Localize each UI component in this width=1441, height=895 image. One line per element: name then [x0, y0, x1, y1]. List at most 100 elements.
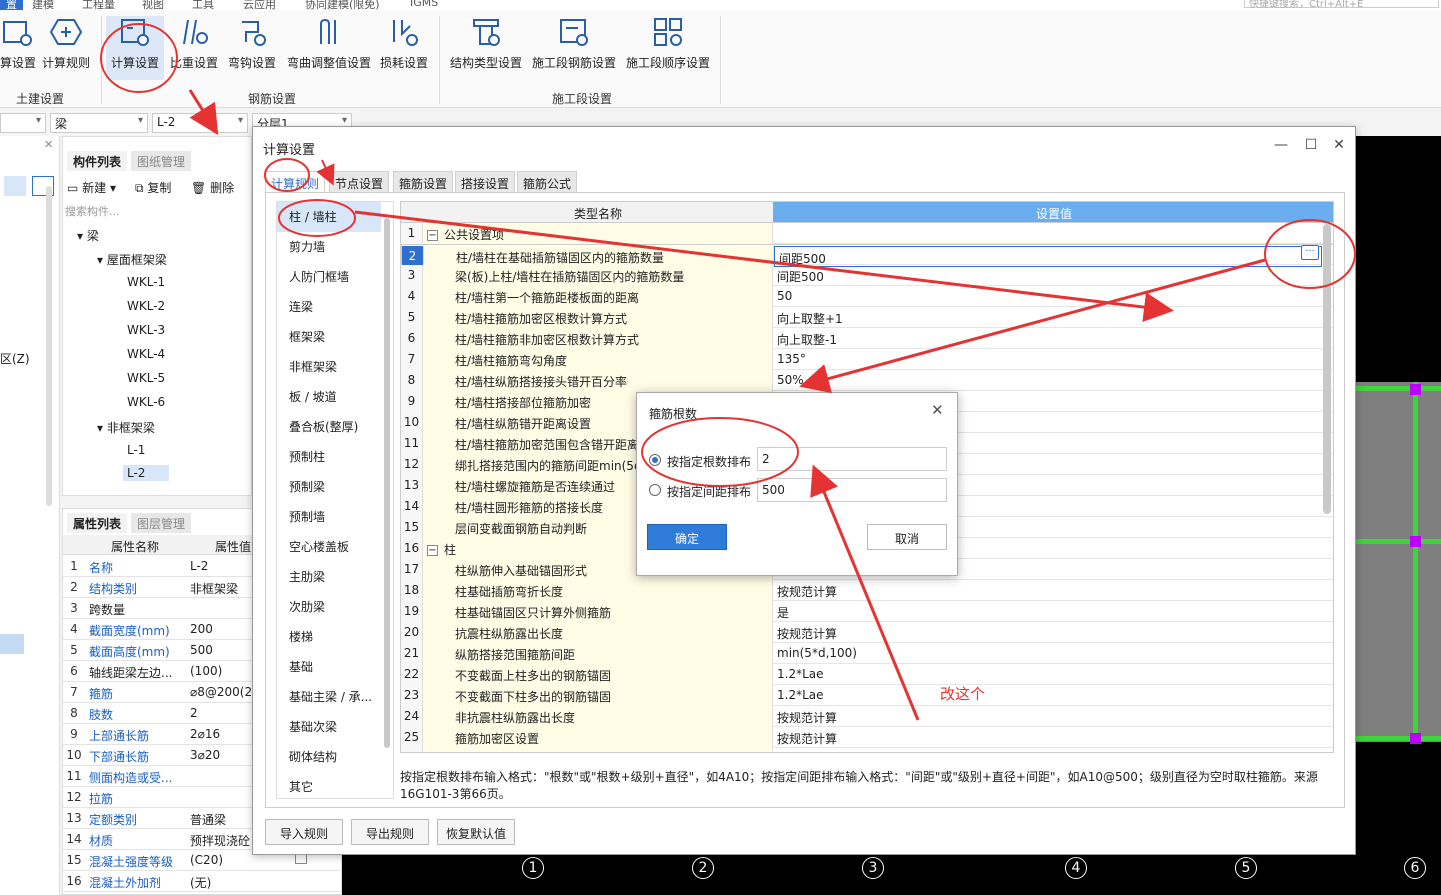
- setting-value[interactable]: 按规范计算: [773, 706, 1321, 727]
- setting-value[interactable]: 间距500: [773, 265, 1321, 286]
- category-item[interactable]: 叠合板(整厚): [277, 412, 381, 442]
- element-type-select[interactable]: 梁: [50, 113, 148, 133]
- collapse-icon[interactable]: −: [427, 230, 438, 241]
- selected-nav-item[interactable]: [0, 634, 24, 654]
- category-item[interactable]: 次肋梁: [277, 592, 381, 622]
- grid-row[interactable]: 25 箍筋加密区设置 按规范计算: [401, 727, 1333, 748]
- collapse-icon[interactable]: −: [427, 545, 438, 556]
- radio-by-spacing[interactable]: [649, 484, 661, 496]
- category-item[interactable]: 非框架梁: [277, 352, 381, 382]
- count-input[interactable]: 2: [757, 447, 947, 471]
- grid-group-row[interactable]: 1− 公共设置项: [401, 223, 1333, 244]
- loss-settings-button[interactable]: 损耗设置: [378, 16, 430, 76]
- tab-drawing-manage[interactable]: 图纸管理: [131, 151, 192, 171]
- property-value[interactable]: 普通梁: [190, 811, 254, 828]
- property-value[interactable]: 500: [190, 643, 254, 657]
- property-value[interactable]: (C20): [190, 853, 254, 867]
- setting-value[interactable]: 向上取整+1: [773, 307, 1321, 328]
- setting-value[interactable]: 是: [773, 601, 1321, 622]
- tree-leaf[interactable]: WKL-1: [127, 275, 165, 289]
- grid-scrollbar[interactable]: [1323, 224, 1331, 514]
- tree-node-roof-frame-beam[interactable]: ▾ 屋面框架梁: [97, 251, 167, 268]
- calc-rules-button[interactable]: 计算规则: [40, 16, 92, 76]
- category-item[interactable]: 基础次梁: [277, 712, 381, 742]
- menu-item-collab[interactable]: 协同建模(限免): [305, 0, 380, 10]
- setting-value[interactable]: 按规范计算: [773, 580, 1321, 601]
- grid-row[interactable]: 3 梁(板)上柱/墙柱在插筋锚固区内的箍筋数量 间距500: [401, 265, 1333, 286]
- menu-item-quantity[interactable]: 工程量: [82, 0, 115, 10]
- grid-row[interactable]: 22 不变截面上柱多出的钢筋锚固 1.2*Lae: [401, 664, 1333, 685]
- setting-value[interactable]: 向上取整-1: [773, 328, 1321, 349]
- grid-row[interactable]: 19 柱基础锚固区只计算外侧箍筋 是: [401, 601, 1333, 622]
- setting-value[interactable]: [773, 223, 1321, 244]
- property-value[interactable]: ⌀8@200(2: [190, 685, 254, 699]
- quick-search-input[interactable]: 快捷键搜索，Ctrl+Alt+E: [1244, 0, 1439, 10]
- menu-item-cloud[interactable]: 云应用: [243, 0, 276, 10]
- tab-stirrup-formula[interactable]: 箍筋公式: [517, 171, 578, 193]
- category-item[interactable]: 基础: [277, 652, 381, 682]
- restore-defaults-button[interactable]: 恢复默认值: [437, 819, 515, 845]
- tree-leaf[interactable]: WKL-3: [127, 323, 165, 337]
- structure-type-settings-button[interactable]: 结构类型设置: [448, 16, 524, 76]
- setting-value[interactable]: 50%: [773, 370, 1321, 391]
- category-item[interactable]: 板 / 坡道: [277, 382, 381, 412]
- scrollbar[interactable]: [46, 186, 52, 506]
- bend-adjust-settings-button[interactable]: 弯曲调整值设置: [284, 16, 374, 76]
- setting-value[interactable]: 按规范计算: [773, 622, 1321, 643]
- setting-value[interactable]: 1.2*Lae: [773, 664, 1321, 685]
- category-item[interactable]: 主肋梁: [277, 562, 381, 592]
- list-view-icon[interactable]: [4, 176, 26, 196]
- category-item[interactable]: 空心楼盖板: [277, 532, 381, 562]
- property-value[interactable]: 非框架梁: [190, 580, 254, 597]
- setting-value[interactable]: 1.2*Lae: [773, 685, 1321, 706]
- grid-row[interactable]: 2 柱/墙柱在基础插筋锚固区内的箍筋数量 间距500: [401, 244, 1333, 267]
- menu-item-active[interactable]: 置: [0, 0, 23, 10]
- grid-row[interactable]: 5 柱/墙柱箍筋加密区根数计算方式 向上取整+1: [401, 307, 1333, 328]
- new-button[interactable]: ▭ 新建 ▾: [67, 179, 116, 196]
- tab-lap-settings[interactable]: 搭接设置: [455, 171, 516, 193]
- element-select[interactable]: L-2: [152, 113, 248, 133]
- grid-row[interactable]: 7 柱/墙柱箍筋弯勾角度 135°: [401, 349, 1333, 370]
- grid-row[interactable]: 18 柱基础插筋弯折长度 按规范计算: [401, 580, 1333, 601]
- category-item[interactable]: 砌体结构: [277, 742, 381, 772]
- tab-stirrup-settings[interactable]: 箍筋设置: [393, 171, 454, 193]
- setting-value[interactable]: 按设定计算: [773, 748, 1321, 752]
- export-rules-button[interactable]: 导出规则: [351, 819, 429, 845]
- tree-node-non-frame-beam[interactable]: ▾ 非框架梁: [97, 419, 155, 436]
- category-scrollbar[interactable]: [384, 218, 390, 748]
- category-item[interactable]: 剪力墙: [277, 232, 381, 262]
- property-value[interactable]: 3⌀20: [190, 748, 254, 762]
- close-icon[interactable]: ✕: [44, 138, 53, 151]
- category-item[interactable]: 连梁: [277, 292, 381, 322]
- tab-node-settings[interactable]: 节点设置: [329, 171, 390, 193]
- spacing-input[interactable]: 500: [757, 478, 947, 502]
- tab-layer-manage[interactable]: 图层管理: [131, 513, 192, 533]
- tree-leaf[interactable]: WKL-6: [127, 395, 165, 409]
- import-rules-button[interactable]: 导入规则: [265, 819, 343, 845]
- category-item[interactable]: 预制梁: [277, 472, 381, 502]
- grid-row[interactable]: 4 柱/墙柱第一个箍筋距楼板面的距离 50: [401, 286, 1333, 307]
- grid-row[interactable]: 21 纵筋搭接范围箍筋间距 min(5*d,100): [401, 643, 1333, 664]
- property-row[interactable]: 16 混凝土外加剂 (无): [63, 871, 343, 892]
- setting-value[interactable]: 间距500: [774, 246, 1322, 267]
- more-options-icon[interactable]: ···: [1301, 245, 1319, 260]
- category-item[interactable]: 人防门框墙: [277, 262, 381, 292]
- category-item[interactable]: 预制墙: [277, 502, 381, 532]
- tab-property-list[interactable]: 属性列表: [67, 513, 128, 533]
- calc-settings-button[interactable]: 计算设置: [106, 16, 164, 80]
- tree-leaf[interactable]: WKL-4: [127, 347, 165, 361]
- setting-value[interactable]: 按规范计算: [773, 727, 1321, 748]
- category-item[interactable]: 柱 / 墙柱: [277, 202, 381, 232]
- radio-by-count[interactable]: [649, 454, 661, 466]
- copy-button[interactable]: ⧉ 复制: [135, 179, 171, 196]
- setting-value[interactable]: 135°: [773, 349, 1321, 370]
- property-value[interactable]: 200: [190, 622, 254, 636]
- grid-row[interactable]: 20 抗震柱纵筋露出长度 按规范计算: [401, 622, 1333, 643]
- menu-item-model[interactable]: 建模: [32, 0, 54, 10]
- category-item[interactable]: 楼梯: [277, 622, 381, 652]
- hook-settings-button[interactable]: 弯钩设置: [226, 16, 278, 76]
- setting-value[interactable]: 50: [773, 286, 1321, 307]
- close-icon[interactable]: ✕: [1329, 137, 1349, 153]
- property-value[interactable]: (100): [190, 664, 254, 678]
- setting-value[interactable]: min(5*d,100): [773, 643, 1321, 664]
